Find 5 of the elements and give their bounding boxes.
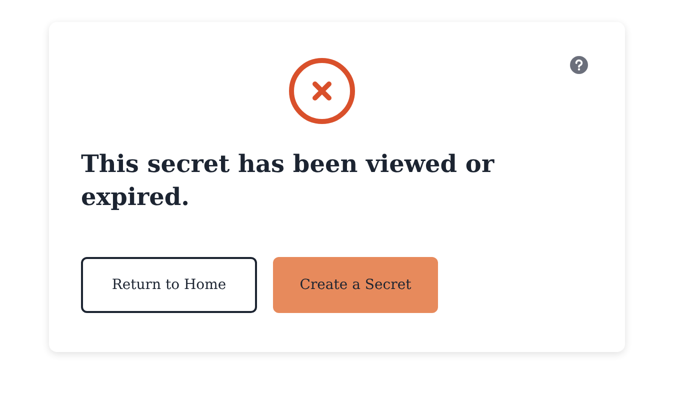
home-button[interactable]: Return to Home [81, 257, 257, 313]
message-title: This secret has been viewed or expired. [81, 148, 496, 213]
help-icon[interactable] [570, 56, 588, 74]
create-button[interactable]: Create a Secret [273, 257, 438, 313]
error-icon [288, 57, 356, 125]
